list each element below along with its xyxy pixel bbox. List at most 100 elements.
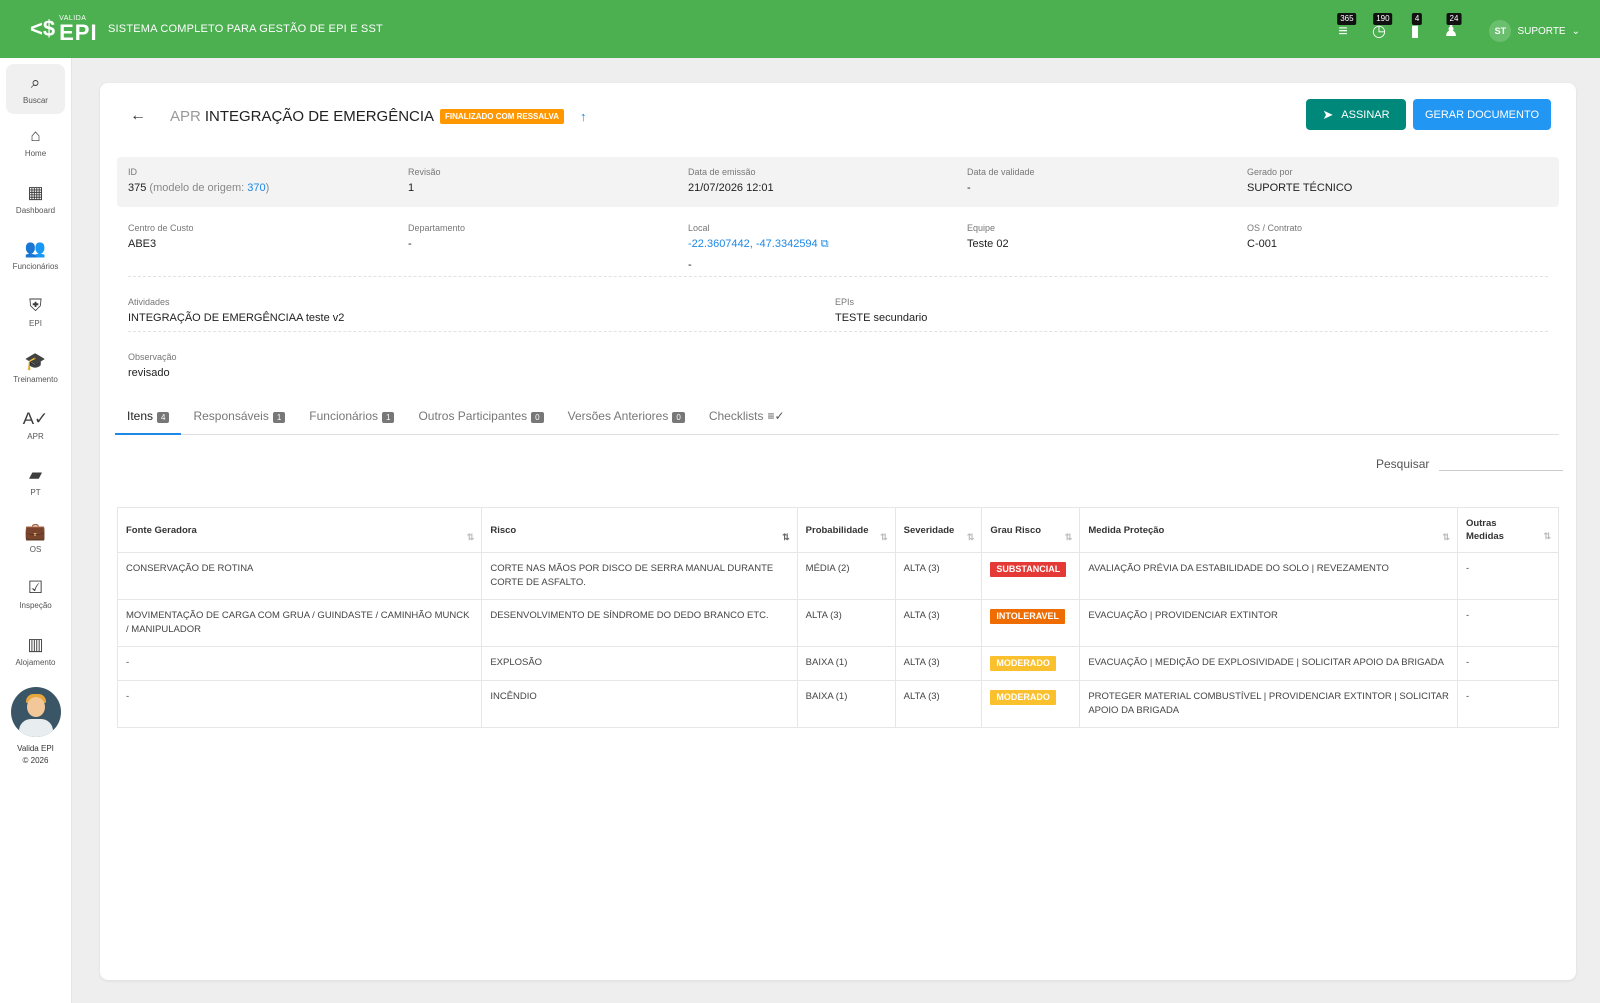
field-value: - xyxy=(967,182,971,194)
divider xyxy=(128,276,1548,277)
bell-icon[interactable]: ♟ 24 xyxy=(1442,13,1462,42)
field-local: Local -22.3607442, -47.3342594 ⧉ - xyxy=(688,223,829,271)
field-centro-custo: Centro de Custo ABE3 xyxy=(128,223,194,250)
field-label: Revisão xyxy=(408,167,441,177)
external-link-icon[interactable]: ⧉ xyxy=(821,238,829,250)
items-table: Fonte Geradora ⇅ Risco ⇅ Probabilidade ⇅ Se… xyxy=(117,507,1560,728)
field-value: INTEGRAÇÃO DE EMERGÊNCIAA teste v2 xyxy=(128,312,345,324)
home-icon: ⌂ xyxy=(30,126,41,146)
sidebar-item-apr[interactable]: A✓ APR xyxy=(0,397,71,454)
field-label: Observação xyxy=(128,352,177,362)
tab-label: Checklists xyxy=(708,409,764,423)
avatar xyxy=(10,687,61,737)
column-header-medida-protecao[interactable]: Medida Proteção ⇅ xyxy=(1079,507,1458,553)
field-label: Gerado por xyxy=(1247,167,1293,177)
arrow-back-icon[interactable]: ← xyxy=(130,107,150,125)
sort-icon[interactable]: ⇅ xyxy=(880,532,888,543)
column-header-risco[interactable]: Risco ⇅ xyxy=(481,507,798,553)
sort-icon[interactable]: ⇅ xyxy=(967,532,975,543)
tab-label: Versões Anteriores xyxy=(567,409,669,423)
notification-badge: 4 xyxy=(1411,13,1423,25)
field-emissao: Data de emissão 21/07/2026 12:01 xyxy=(688,167,774,194)
field-value: SUPORTE TÉCNICO xyxy=(1247,182,1353,194)
sidebar-item-funcionarios[interactable]: 👥 Funcionários xyxy=(0,227,71,284)
field-label: Atividades xyxy=(128,297,170,307)
sidebar-item-os[interactable]: 💼 OS xyxy=(0,510,71,567)
column-header-outras-medidas[interactable]: Outras Medidas ⇅ xyxy=(1457,507,1560,553)
table-row[interactable]: - INCÊNDIO BAIXA (1) ALTA (3) MODERADO P… xyxy=(117,680,1560,728)
field-value: ABE3 xyxy=(128,238,157,250)
origin-close: ) xyxy=(265,182,270,194)
location-link[interactable]: -22.3607442, -47.3342594 xyxy=(688,238,818,250)
sidebar-item-treinamento[interactable]: 🎓 Treinamento xyxy=(0,340,71,397)
table-row[interactable]: - EXPLOSÃO BAIXA (1) ALTA (3) MODERADO E… xyxy=(117,646,1560,681)
expired-list-icon[interactable]: ≡ 365 xyxy=(1334,13,1357,42)
sidebar-item-alojamento[interactable]: ▥ Alojamento xyxy=(0,623,71,680)
sidebar-item-inspecao[interactable]: ☑ Inspeção xyxy=(0,566,71,623)
sidebar-item-label: EPI xyxy=(29,318,42,328)
tab-checklists[interactable]: Checklists ≡✓ xyxy=(697,403,797,435)
user-menu[interactable]: ST SUPORTE ⌄ xyxy=(1489,20,1580,42)
cell-severidade: ALTA (3) xyxy=(895,552,983,600)
field-label: ID xyxy=(128,167,137,177)
sort-icon[interactable]: ⇅ xyxy=(782,532,790,543)
cell-severidade: ALTA (3) xyxy=(895,680,983,728)
tab-funcionarios[interactable]: Funcionários 1 xyxy=(297,403,406,435)
sidebar-item-dashboard[interactable]: ▦ Dashboard xyxy=(0,171,71,228)
tab-itens[interactable]: Itens 4 xyxy=(115,403,182,435)
sort-icon[interactable]: ⇅ xyxy=(1442,532,1450,543)
field-label: EPIs xyxy=(835,297,855,307)
field-label: Centro de Custo xyxy=(128,223,194,233)
sidebar-item-buscar[interactable]: ⌕ Buscar xyxy=(6,64,65,114)
generate-document-button[interactable]: GERAR DOCUMENTO xyxy=(1413,99,1551,130)
clipboard-icon[interactable]: ▮ 4 xyxy=(1406,13,1424,42)
profile[interactable]: Valida EPI © 2026 xyxy=(0,687,71,767)
tab-label: Outros Participantes xyxy=(418,409,528,423)
sign-button[interactable]: ➤ ASSINAR xyxy=(1306,99,1406,130)
tab-outros-participantes[interactable]: Outros Participantes 0 xyxy=(406,403,555,435)
tab-label: Itens xyxy=(127,409,154,423)
cell-fonte: - xyxy=(117,646,483,681)
field-value: - xyxy=(408,238,412,250)
sidebar-item-pt[interactable]: ▰ PT xyxy=(0,453,71,510)
field-label: Data de emissão xyxy=(688,167,756,177)
cell-severidade: ALTA (3) xyxy=(895,599,983,647)
column-header-severidade[interactable]: Severidade ⇅ xyxy=(895,507,983,553)
tab-count: 4 xyxy=(157,412,170,423)
logo[interactable]: <$ VALIDA EPI xyxy=(30,15,100,44)
history-icon[interactable]: ◷ 190 xyxy=(1370,13,1393,42)
sort-icon[interactable]: ⇅ xyxy=(1543,530,1551,543)
sort-icon[interactable]: ⇅ xyxy=(1065,532,1073,543)
sidebar-item-label: Inspeção xyxy=(19,601,52,611)
sort-icon[interactable]: ⇅ xyxy=(467,532,475,543)
arrow-up-icon[interactable]: ↑ xyxy=(580,109,587,124)
sidebar-item-label: Funcionários xyxy=(12,262,59,272)
origin-link[interactable]: 370 xyxy=(247,182,265,194)
table-row[interactable]: CONSERVAÇÃO DE ROTINA CORTE NAS MÃOS POR… xyxy=(117,552,1560,600)
chevron-down-icon: ⌄ xyxy=(1571,25,1580,37)
column-header-grau-risco[interactable]: Grau Risco ⇅ xyxy=(981,507,1081,553)
table-row[interactable]: MOVIMENTAÇÃO DE CARGA COM GRUA / GUINDAS… xyxy=(117,599,1560,647)
footer-year: © 2026 xyxy=(22,756,49,765)
field-epis: EPIs TESTE secundario xyxy=(835,297,927,324)
notification-badge: 24 xyxy=(1446,13,1462,25)
search-input[interactable] xyxy=(1439,453,1564,471)
checklist-icon: ☑ xyxy=(27,578,44,598)
logo-big-text: EPI xyxy=(59,19,98,45)
cell-grau: SUBSTANCIAL xyxy=(981,552,1081,600)
grau-badge: MODERADO xyxy=(990,656,1056,671)
column-header-fonte[interactable]: Fonte Geradora ⇅ xyxy=(117,507,483,553)
cell-probabilidade: BAIXA (1) xyxy=(797,680,896,728)
sidebar-item-epi[interactable]: ⛨ EPI xyxy=(0,284,71,341)
main-card: ← APR INTEGRAÇÃO DE EMERGÊNCIA FINALIZAD… xyxy=(100,83,1576,980)
field-value: C-001 xyxy=(1247,238,1277,250)
tab-responsaveis[interactable]: Responsáveis 1 xyxy=(181,403,297,435)
sidebar: ⌕ Buscar ⌂ Home ▦ Dashboard 👥 Funcionári… xyxy=(0,58,72,1003)
sidebar-item-label: OS xyxy=(29,544,42,554)
sidebar-item-home[interactable]: ⌂ Home xyxy=(0,114,71,171)
column-header-probabilidade[interactable]: Probabilidade ⇅ xyxy=(797,507,896,553)
briefcase-icon: 💼 xyxy=(24,521,47,541)
cell-medida: EVACUAÇÃO | MEDIÇÃO DE EXPLOSIVIDADE | S… xyxy=(1079,646,1458,681)
tab-versoes-anteriores[interactable]: Versões Anteriores 0 xyxy=(556,403,697,435)
search-icon: ⌕ xyxy=(30,73,41,92)
